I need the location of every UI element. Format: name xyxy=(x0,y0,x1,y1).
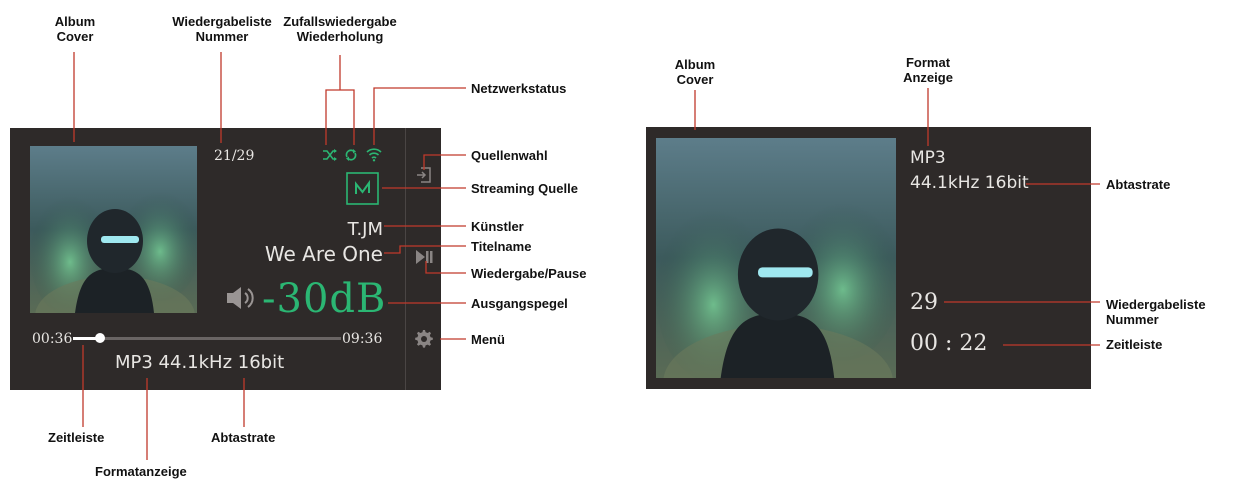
callout-playlist-number-right: Wiedergabeliste Nummer xyxy=(1106,297,1206,327)
callout-format-display-left: Formatanzeige xyxy=(95,464,187,479)
callout-album-cover-right: Album Cover xyxy=(674,57,716,87)
callout-sample-rate-left: Abtastrate xyxy=(211,430,276,445)
right-sample-rate: 44.1kHz 16bit xyxy=(910,173,1029,193)
left-time-elapsed: 00:36 xyxy=(32,331,73,347)
right-timeline: 00 : 22 xyxy=(910,331,988,356)
left-sidebar-divider xyxy=(405,128,406,390)
callout-shuffle-repeat: Zufallswiedergabe Wiederholung xyxy=(283,14,397,44)
right-format: MP3 xyxy=(910,148,946,168)
left-playlist-number: 21/29 xyxy=(214,148,255,164)
left-format-info: MP3 44.1kHz 16bit xyxy=(115,352,285,373)
gear-icon[interactable] xyxy=(414,329,434,349)
speaker-icon[interactable] xyxy=(226,285,258,311)
progress-bar-handle[interactable] xyxy=(94,333,105,343)
callout-album-cover-left: Album Cover xyxy=(54,14,96,44)
callout-network-status: Netzwerkstatus xyxy=(471,81,567,96)
play-pause-icon[interactable] xyxy=(415,249,433,265)
shuffle-icon[interactable] xyxy=(322,148,338,162)
streaming-source-icon[interactable] xyxy=(346,172,379,205)
callout-streaming-source: Streaming Quelle xyxy=(471,181,578,196)
callout-play-pause: Wiedergabe/Pause xyxy=(471,266,587,281)
progress-bar-track[interactable] xyxy=(73,337,341,340)
callout-sample-rate-right: Abtastrate xyxy=(1106,177,1171,192)
callout-menu: Menü xyxy=(471,332,505,347)
repeat-icon[interactable] xyxy=(344,148,358,162)
callout-output-level: Ausgangspegel xyxy=(471,296,568,311)
left-album-cover[interactable] xyxy=(30,146,197,313)
right-playlist-number: 29 xyxy=(910,290,938,315)
callout-timeline-right: Zeitleiste xyxy=(1106,337,1163,352)
left-volume-level: -30dB xyxy=(262,276,387,322)
callout-title-name: Titelname xyxy=(471,239,532,254)
callout-playlist-number-left: Wiedergabeliste Nummer xyxy=(172,14,272,44)
left-time-total: 09:36 xyxy=(342,331,383,347)
callout-timeline-left: Zeitleiste xyxy=(48,430,105,445)
left-track-title: We Are One xyxy=(264,242,383,266)
callout-artist: Künstler xyxy=(471,219,524,234)
left-artist: T.JM xyxy=(347,219,383,240)
callout-source-select: Quellenwahl xyxy=(471,148,548,163)
input-source-icon[interactable] xyxy=(415,166,433,184)
callout-format-display-right: Format Anzeige xyxy=(903,55,953,85)
wifi-icon xyxy=(366,148,382,162)
right-album-cover xyxy=(656,138,896,378)
